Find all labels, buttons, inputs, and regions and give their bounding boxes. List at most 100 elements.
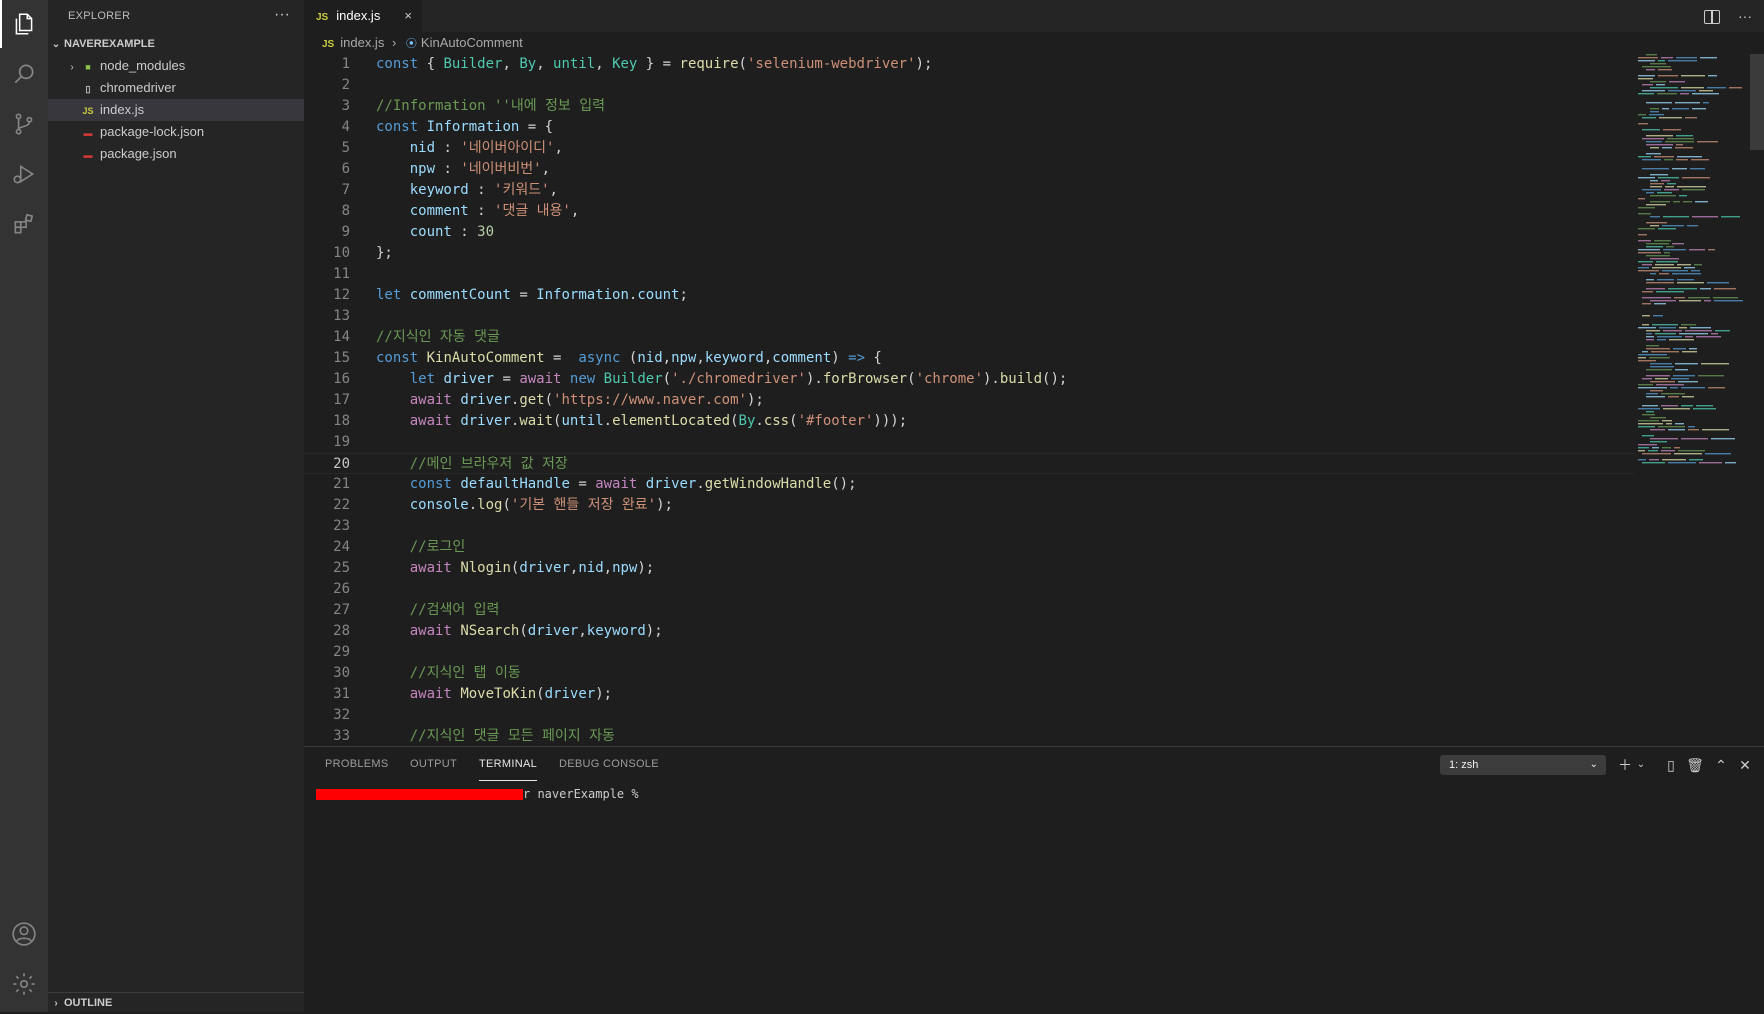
- tree-item-chromedriver[interactable]: ▯ chromedriver: [48, 77, 304, 99]
- code-line[interactable]: 1 const { Builder, By, until, Key } = req…: [304, 54, 1634, 75]
- code-line[interactable]: 21 const defaultHandle = await driver.ge…: [304, 474, 1634, 495]
- close-panel-icon[interactable]: ✕: [1736, 755, 1754, 775]
- workspace-folder-header[interactable]: ⌄ NAVEREXAMPLE: [48, 33, 304, 55]
- code-line[interactable]: 7 keyword : '키워드',: [304, 180, 1634, 201]
- minimap-stroke: [1650, 201, 1670, 203]
- tab-debug-console[interactable]: DEBUG CONSOLE: [559, 747, 659, 782]
- outline-section-header[interactable]: › OUTLINE: [48, 992, 304, 1013]
- minimap-stroke: [1658, 228, 1676, 230]
- extensions-icon[interactable]: [0, 200, 48, 248]
- code-line[interactable]: 28 await NSearch(driver,keyword);: [304, 621, 1634, 642]
- breadcrumb-separator: ›: [391, 35, 397, 50]
- code-line[interactable]: 23: [304, 516, 1634, 537]
- code-line[interactable]: 18 await driver.wait(until.elementLocate…: [304, 411, 1634, 432]
- code-line[interactable]: 32: [304, 705, 1634, 726]
- minimap-stroke: [1642, 405, 1658, 407]
- code-text: //메인 브라우저 값 저장: [409, 456, 568, 472]
- minimap-stroke: [1672, 108, 1689, 110]
- minimap[interactable]: [1634, 54, 1750, 746]
- breadcrumb-symbol[interactable]: KinAutoComment: [421, 35, 523, 50]
- code-line[interactable]: 19: [304, 432, 1634, 453]
- minimap-stroke: [1725, 462, 1736, 464]
- trash-icon[interactable]: 🗑: [1686, 755, 1704, 775]
- maximize-panel-icon[interactable]: ⌃: [1712, 755, 1730, 775]
- minimap-stroke: [1646, 288, 1665, 290]
- minimap-stroke: [1658, 177, 1679, 179]
- code-line[interactable]: 30 //지식인 탭 이동: [304, 663, 1634, 684]
- code-text: //검색어 입력: [409, 602, 500, 618]
- minimap-stroke: [1656, 384, 1684, 386]
- code-line[interactable]: 20 //메인 브라우저 값 저장: [304, 453, 1634, 474]
- code-line[interactable]: 4 const Information = {: [304, 117, 1634, 138]
- more-actions-icon[interactable]: ···: [274, 0, 290, 33]
- terminal-select[interactable]: 1: zsh ⌄: [1440, 755, 1606, 775]
- code-line[interactable]: 33 //지식인 댓글 모든 페이지 자동: [304, 726, 1634, 746]
- settings-gear-icon[interactable]: [0, 960, 48, 1008]
- breadcrumb-file[interactable]: index.js: [340, 35, 384, 50]
- code-line[interactable]: 31 await MoveToKin(driver);: [304, 684, 1634, 705]
- line-number: 7: [341, 182, 350, 198]
- minimap-stroke: [1638, 360, 1656, 362]
- line-number: 22: [333, 497, 350, 513]
- code-line[interactable]: 12 let commentCount = Information.count;: [304, 285, 1634, 306]
- run-debug-icon[interactable]: [0, 150, 48, 198]
- search-icon[interactable]: [0, 50, 48, 98]
- minimap-stroke: [1704, 300, 1711, 302]
- minimap-stroke: [1677, 156, 1702, 158]
- tab-index-js[interactable]: JS index.js ×: [304, 0, 422, 32]
- more-actions-icon[interactable]: ···: [1738, 8, 1752, 24]
- code-line[interactable]: 11: [304, 264, 1634, 285]
- code-line[interactable]: 25 await Nlogin(driver,nid,npw);: [304, 558, 1634, 579]
- minimap-stroke: [1699, 462, 1722, 464]
- minimap-stroke: [1668, 429, 1685, 431]
- minimap-stroke: [1650, 147, 1659, 149]
- code-line[interactable]: 16 let driver = await new Builder('./chr…: [304, 369, 1634, 390]
- code-line[interactable]: 13: [304, 306, 1634, 327]
- chevron-right-icon: ›: [70, 62, 74, 73]
- code-line[interactable]: 9 count : 30: [304, 222, 1634, 243]
- code-line[interactable]: 6 npw : '네이버비번',: [304, 159, 1634, 180]
- editor-scrollbar-thumb[interactable]: [1750, 54, 1764, 150]
- tree-item-package-json[interactable]: ▬ package.json: [48, 143, 304, 165]
- tree-item-label: package-lock.json: [100, 124, 205, 139]
- tree-item-node-modules[interactable]: › ■ node_modules: [48, 55, 304, 77]
- code-line[interactable]: 26: [304, 579, 1634, 600]
- code-line[interactable]: 3 //Information ''내에 정보 입력: [304, 96, 1634, 117]
- code-line[interactable]: 10};: [304, 243, 1634, 264]
- tab-output[interactable]: OUTPUT: [410, 747, 457, 782]
- code-line[interactable]: 5 nid : '네이버아이디',: [304, 138, 1634, 159]
- minimap-stroke: [1638, 75, 1655, 77]
- minimap-stroke: [1674, 453, 1702, 455]
- minimap-stroke: [1638, 423, 1663, 425]
- code-line[interactable]: 22 console.log('기본 핸들 저장 완료');: [304, 495, 1634, 516]
- tab-problems[interactable]: PROBLEMS: [325, 747, 389, 782]
- code-line[interactable]: 29: [304, 642, 1634, 663]
- tab-terminal[interactable]: TERMINAL: [479, 747, 538, 781]
- minimap-stroke: [1669, 81, 1685, 83]
- split-terminal-icon[interactable]: ▯: [1662, 755, 1680, 775]
- minimap-stroke: [1681, 324, 1696, 326]
- minimap-stroke: [1663, 330, 1682, 332]
- launch-profile-chevron-icon[interactable]: ⌄: [1632, 755, 1650, 775]
- minimap-stroke: [1657, 192, 1672, 194]
- split-editor-icon[interactable]: [1704, 10, 1721, 25]
- source-control-icon[interactable]: [0, 100, 48, 148]
- code-line[interactable]: 14 //지식인 자동 댓글: [304, 327, 1634, 348]
- code-line[interactable]: 2: [304, 75, 1634, 96]
- minimap-stroke: [1642, 297, 1671, 299]
- code-line[interactable]: 15 const KinAutoComment = async (nid,npw,…: [304, 348, 1634, 369]
- code-line[interactable]: 27 //검색어 입력: [304, 600, 1634, 621]
- tree-item-index-js[interactable]: JS index.js: [48, 99, 304, 121]
- account-icon[interactable]: [0, 910, 48, 958]
- code-line[interactable]: 8 comment : '댓글 내용',: [304, 201, 1634, 222]
- minimap-stroke: [1689, 249, 1705, 251]
- code-editor[interactable]: 1 const { Builder, By, until, Key } = req…: [304, 54, 1634, 746]
- explorer-icon[interactable]: [0, 0, 48, 48]
- code-line[interactable]: 24 //로그인: [304, 537, 1634, 558]
- terminal-output[interactable]: r naverExample %: [316, 787, 639, 801]
- code-line[interactable]: 17 await driver.get('https://www.naver.c…: [304, 390, 1634, 411]
- minimap-stroke: [1648, 450, 1658, 452]
- minimap-stroke: [1679, 300, 1701, 302]
- tree-item-package-lock-json[interactable]: ▬ package-lock.json: [48, 121, 304, 143]
- close-icon[interactable]: ×: [404, 0, 412, 32]
